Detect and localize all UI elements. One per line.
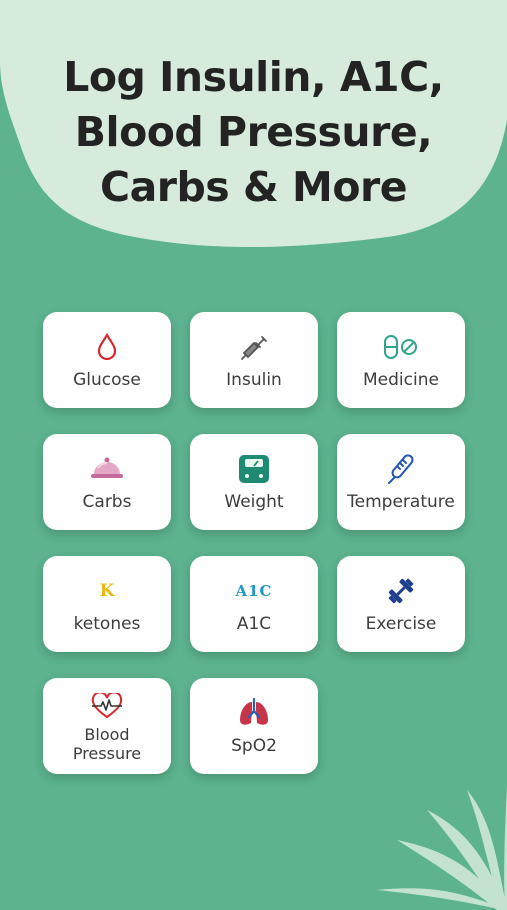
weight-label: Weight <box>224 492 284 512</box>
carbs-card[interactable]: Carbs <box>43 434 171 530</box>
glucose-label: Glucose <box>73 370 141 390</box>
blood-pressure-card[interactable]: Blood Pressure <box>43 678 171 774</box>
scale-icon <box>237 452 271 486</box>
a1c-text-icon: A1C <box>235 574 272 608</box>
headline-line-2: Blood Pressure, <box>74 108 433 156</box>
syringe-icon <box>239 330 269 364</box>
spo2-card[interactable]: SpO2 <box>190 678 318 774</box>
a1c-icon-text: A1C <box>235 582 273 600</box>
blood-pressure-label: Blood Pressure <box>73 725 141 763</box>
a1c-label: A1C <box>236 614 272 634</box>
insulin-label: Insulin <box>226 370 282 390</box>
temperature-card[interactable]: Temperature <box>337 434 465 530</box>
thermometer-icon <box>383 452 419 486</box>
k-letter-icon: K <box>100 574 115 608</box>
headline-line-3: Carbs & More <box>99 163 408 211</box>
glucose-card[interactable]: Glucose <box>43 312 171 408</box>
ketones-label: ketones <box>73 614 141 634</box>
medicine-label: Medicine <box>363 370 439 390</box>
temperature-label: Temperature <box>347 492 455 512</box>
exercise-label: Exercise <box>365 614 437 634</box>
carbs-label: Carbs <box>82 492 132 512</box>
ketones-card[interactable]: K ketones <box>43 556 171 652</box>
blood-drop-icon <box>96 330 118 364</box>
headline: Log Insulin, A1C, Blood Pressure, Carbs … <box>0 50 507 215</box>
dumbbell-icon <box>385 574 417 608</box>
headline-line-1: Log Insulin, A1C, <box>63 53 444 101</box>
insulin-card[interactable]: Insulin <box>190 312 318 408</box>
weight-card[interactable]: Weight <box>190 434 318 530</box>
exercise-card[interactable]: Exercise <box>337 556 465 652</box>
blood-pressure-label-line-1: Blood <box>84 725 130 744</box>
food-cloche-icon <box>89 452 125 486</box>
k-letter-text: K <box>99 581 115 601</box>
pill-icon <box>382 330 420 364</box>
palm-leaf-decoration <box>377 785 507 910</box>
medicine-card[interactable]: Medicine <box>337 312 465 408</box>
heart-pulse-icon <box>91 689 123 723</box>
lungs-icon <box>237 696 271 730</box>
blood-pressure-label-line-2: Pressure <box>72 744 142 763</box>
a1c-card[interactable]: A1C A1C <box>190 556 318 652</box>
spo2-label: SpO2 <box>231 736 277 756</box>
